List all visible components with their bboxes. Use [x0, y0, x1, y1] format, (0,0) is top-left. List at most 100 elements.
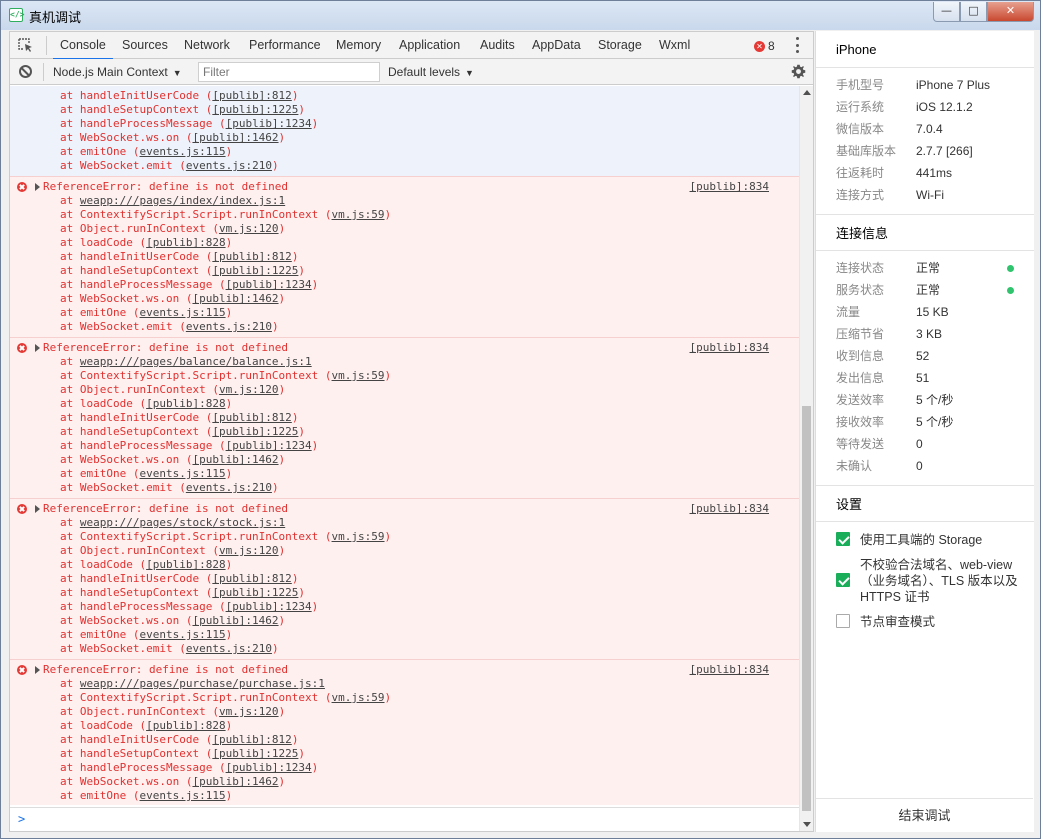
setting-option[interactable]: 节点审查模式	[816, 612, 1034, 632]
source-link[interactable]: [publib]:812	[212, 733, 291, 746]
tab-console[interactable]: Console	[53, 32, 113, 60]
source-link[interactable]: [publib]:812	[212, 411, 291, 424]
source-link[interactable]: events.js:115	[139, 306, 225, 319]
source-link[interactable]: vm.js:59	[332, 691, 385, 704]
source-link[interactable]: events.js:115	[139, 789, 225, 802]
source-link[interactable]: [publib]:1462	[192, 614, 278, 627]
source-link[interactable]: [publib]:834	[690, 180, 769, 194]
tab-performance[interactable]: Performance	[249, 32, 321, 59]
inspect-element-icon[interactable]	[18, 38, 34, 53]
source-link[interactable]: [publib]:1462	[192, 775, 278, 788]
minimize-button[interactable]: —	[933, 2, 960, 22]
tab-audits[interactable]: Audits	[480, 32, 515, 59]
source-link[interactable]: [publib]:1234	[226, 117, 312, 130]
source-link[interactable]: [publib]:1225	[212, 586, 298, 599]
source-link[interactable]: [publib]:812	[212, 89, 291, 102]
source-link[interactable]: [publib]:828	[146, 397, 225, 410]
source-link[interactable]: [publib]:1225	[212, 425, 298, 438]
source-link[interactable]: [publib]:828	[146, 719, 225, 732]
source-link[interactable]: events.js:210	[186, 481, 272, 494]
console-prompt[interactable]: >	[10, 807, 799, 831]
source-link[interactable]: [publib]:1234	[226, 278, 312, 291]
stack-trace-line: at weapp:///pages/purchase/purchase.js:1	[10, 677, 799, 691]
source-link[interactable]: [publib]:834	[690, 341, 769, 355]
console-scrollbar[interactable]	[799, 86, 813, 831]
source-link[interactable]: [publib]:1462	[192, 453, 278, 466]
log-levels-select[interactable]: Default levels ▼	[388, 63, 474, 81]
page-link[interactable]: weapp:///pages/index/index.js:1	[80, 194, 285, 207]
info-row: 运行系统 iOS 12.1.2	[816, 96, 1034, 118]
source-link[interactable]: [publib]:828	[146, 236, 225, 249]
close-button[interactable]: ✕	[987, 2, 1034, 22]
source-link[interactable]: [publib]:812	[212, 572, 291, 585]
setting-option[interactable]: 使用工具端的 Storage	[816, 530, 1034, 550]
page-link[interactable]: weapp:///pages/balance/balance.js:1	[80, 355, 312, 368]
source-link[interactable]: [publib]:1234	[226, 600, 312, 613]
source-link[interactable]: [publib]:834	[690, 502, 769, 516]
source-link[interactable]: events.js:115	[139, 145, 225, 158]
context-select[interactable]: Node.js Main Context ▼	[53, 63, 182, 81]
expand-triangle-icon[interactable]	[35, 344, 40, 352]
expand-triangle-icon[interactable]	[35, 505, 40, 513]
source-link[interactable]: vm.js:120	[219, 705, 279, 718]
stack-frame-close: )	[278, 222, 286, 235]
tab-storage[interactable]: Storage	[598, 32, 642, 59]
scroll-down-arrow-icon[interactable]	[803, 822, 811, 827]
source-link[interactable]: events.js:115	[139, 628, 225, 641]
expand-triangle-icon[interactable]	[35, 666, 40, 674]
info-label: 收到信息	[836, 349, 885, 363]
tab-sources[interactable]: Sources	[122, 32, 168, 59]
source-link[interactable]: [publib]:812	[212, 250, 291, 263]
source-link[interactable]: vm.js:59	[332, 208, 385, 221]
source-link[interactable]: [publib]:834	[690, 663, 769, 677]
tab-wxml[interactable]: Wxml	[659, 32, 690, 59]
more-options-icon[interactable]	[796, 37, 800, 53]
source-link[interactable]: events.js:115	[139, 467, 225, 480]
source-link[interactable]: [publib]:1234	[226, 761, 312, 774]
source-link[interactable]: [publib]:1225	[212, 103, 298, 116]
source-link[interactable]: events.js:210	[186, 642, 272, 655]
source-link[interactable]: [publib]:1462	[192, 131, 278, 144]
tab-appdata[interactable]: AppData	[532, 32, 581, 59]
tab-memory[interactable]: Memory	[336, 32, 381, 59]
end-debug-button[interactable]: 结束调试	[816, 798, 1033, 832]
source-link[interactable]: vm.js:120	[219, 222, 279, 235]
checkbox[interactable]	[836, 614, 850, 628]
page-link[interactable]: weapp:///pages/purchase/purchase.js:1	[80, 677, 325, 690]
page-link[interactable]: weapp:///pages/stock/stock.js:1	[80, 516, 285, 529]
source-link[interactable]: vm.js:120	[219, 544, 279, 557]
source-link[interactable]: vm.js:120	[219, 383, 279, 396]
tab-network[interactable]: Network	[184, 32, 230, 59]
tab-application[interactable]: Application	[399, 32, 460, 59]
source-link[interactable]: vm.js:59	[332, 530, 385, 543]
source-link[interactable]: events.js:210	[186, 159, 272, 172]
stack-trace-line: at Object.runInContext (vm.js:120)	[10, 705, 799, 719]
source-link[interactable]: [publib]:1234	[226, 439, 312, 452]
filter-input[interactable]	[198, 62, 380, 82]
stack-frame-close: )	[278, 383, 286, 396]
checkbox[interactable]	[836, 573, 850, 587]
error-message[interactable]: ReferenceError: define is not defined [pu…	[10, 180, 799, 194]
setting-option[interactable]: 不校验合法域名、web-view（业务域名）、TLS 版本以及 HTTPS 证书	[816, 555, 1034, 607]
info-row: 连接状态 正常	[816, 257, 1034, 279]
source-link[interactable]: vm.js:59	[332, 369, 385, 382]
source-link[interactable]: events.js:210	[186, 803, 272, 805]
stack-trace-line: at WebSocket.ws.on ([publib]:1462)	[10, 131, 799, 145]
source-link[interactable]: [publib]:828	[146, 558, 225, 571]
gear-icon[interactable]	[791, 64, 806, 79]
expand-triangle-icon[interactable]	[35, 183, 40, 191]
source-link[interactable]: [publib]:1225	[212, 264, 298, 277]
clear-console-icon[interactable]	[19, 65, 32, 78]
error-message[interactable]: ReferenceError: define is not defined [pu…	[10, 341, 799, 355]
checkbox[interactable]	[836, 532, 850, 546]
stack-trace-line: at WebSocket.ws.on ([publib]:1462)	[10, 614, 799, 628]
error-counter[interactable]: ✕ 8	[754, 39, 775, 53]
source-link[interactable]: [publib]:1225	[212, 747, 298, 760]
source-link[interactable]: [publib]:1462	[192, 292, 278, 305]
scroll-up-arrow-icon[interactable]	[803, 90, 811, 95]
maximize-button[interactable]: □	[960, 2, 987, 22]
error-message[interactable]: ReferenceError: define is not defined [pu…	[10, 502, 799, 516]
error-message[interactable]: ReferenceError: define is not defined [pu…	[10, 663, 799, 677]
source-link[interactable]: events.js:210	[186, 320, 272, 333]
scrollbar-thumb[interactable]	[802, 406, 811, 811]
